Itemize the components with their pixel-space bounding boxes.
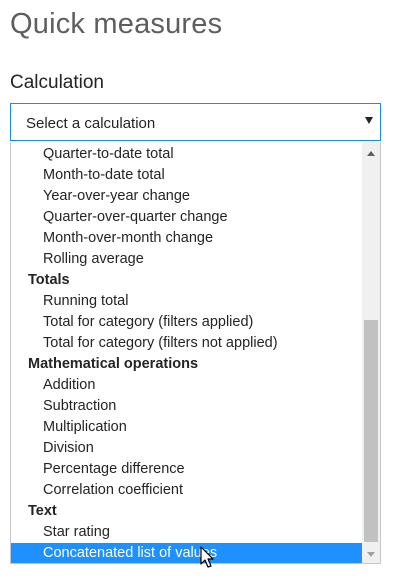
list-item[interactable]: Subtraction xyxy=(11,396,363,417)
group-header: Totals xyxy=(28,272,70,288)
list-item[interactable]: Month-over-month change xyxy=(11,228,363,249)
list-item[interactable]: Multiplication xyxy=(11,417,363,438)
calculation-label: Calculation xyxy=(10,72,104,93)
list-item[interactable]: Year-over-year change xyxy=(11,186,363,207)
list-item[interactable]: Division xyxy=(11,438,363,459)
scrollbar-thumb[interactable] xyxy=(364,320,378,542)
calculation-dropdown-list[interactable]: Quarter-to-date total Month-to-date total… xyxy=(10,142,381,564)
group-header: Text xyxy=(28,503,57,519)
scroll-down-icon[interactable] xyxy=(367,552,375,557)
list-item[interactable]: Total for category (filters not applied) xyxy=(11,333,363,354)
list-item[interactable]: Running total xyxy=(11,291,363,312)
scrollbar[interactable] xyxy=(362,142,380,563)
scroll-up-icon[interactable] xyxy=(367,151,375,156)
list-item[interactable]: Addition xyxy=(11,375,363,396)
caret-down-icon[interactable] xyxy=(365,117,373,124)
calculation-select[interactable]: Select a calculation xyxy=(10,103,381,141)
list-item-selected[interactable]: Concatenated list of values xyxy=(11,543,363,563)
select-placeholder: Select a calculation xyxy=(26,115,156,132)
list-item[interactable]: Percentage difference xyxy=(11,459,363,480)
list-item[interactable]: Quarter-over-quarter change xyxy=(11,207,363,228)
list-item[interactable]: Month-to-date total xyxy=(11,165,363,186)
page-title: Quick measures xyxy=(10,8,223,40)
list-item[interactable]: Star rating xyxy=(11,522,363,543)
list-item[interactable]: Total for category (filters applied) xyxy=(11,312,363,333)
group-header: Mathematical operations xyxy=(28,356,199,372)
list-item[interactable]: Quarter-to-date total xyxy=(11,144,363,165)
list-item[interactable]: Rolling average xyxy=(11,249,363,270)
list-item[interactable]: Correlation coefficient xyxy=(11,480,363,501)
mouse-pointer-icon xyxy=(200,546,214,568)
